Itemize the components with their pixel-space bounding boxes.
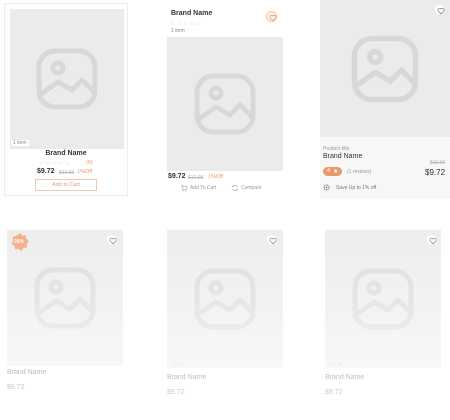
- price: $9.72: [167, 389, 185, 396]
- price: $9.72: [425, 168, 446, 177]
- wishlist-button[interactable]: [426, 234, 437, 245]
- image-placeholder-icon: [194, 73, 256, 135]
- discount: 1%Off: [77, 169, 93, 175]
- compare-icon: [231, 185, 239, 191]
- product-image[interactable]: [167, 37, 283, 171]
- compare-label: Compare: [241, 185, 262, 191]
- rating-badge-value: 4: [327, 168, 331, 174]
- cart-icon: [180, 184, 188, 192]
- price: $9.72: [168, 173, 186, 180]
- brand-name: Brand Name: [7, 369, 47, 376]
- brand-name: Brand Name: [171, 10, 213, 17]
- old-price: $10.00: [430, 160, 446, 166]
- product-card-4[interactable]: 25% Brand Name $9.72: [4, 226, 128, 420]
- old-price: $12.00: [59, 170, 75, 176]
- star-icon: ★: [333, 168, 339, 175]
- price: $9.72: [325, 389, 343, 396]
- wishlist-button[interactable]: [434, 4, 445, 15]
- items-label: 1 item: [11, 140, 29, 146]
- heart-icon: [268, 14, 277, 21]
- product-image[interactable]: [320, 0, 450, 137]
- brand-name: Brand Name: [323, 153, 363, 160]
- product-card-6[interactable]: ● ● Brand Name $9.72: [322, 226, 446, 420]
- add-to-cart-button[interactable]: Add to Cart: [35, 179, 97, 191]
- image-placeholder-icon: [194, 268, 256, 330]
- product-card-1[interactable]: 1 item Brand Name ☆☆☆☆☆ (0) $9.72 $12.00…: [4, 3, 128, 196]
- image-placeholder-icon: [351, 35, 419, 102]
- rating-badge: 4 ★: [323, 167, 342, 176]
- heart-icon: [268, 237, 277, 244]
- add-to-cart-label: Add To Cart: [190, 185, 217, 191]
- product-image[interactable]: [325, 230, 441, 368]
- items-label: 1 item: [171, 28, 185, 34]
- product-title: Product title: [323, 146, 350, 152]
- image-placeholder-icon: [352, 268, 414, 330]
- image-dots[interactable]: ● ●: [332, 361, 342, 367]
- heart-icon: [428, 237, 437, 244]
- reviews-count: (1 reviews): [347, 169, 372, 175]
- old-price: $12.00: [188, 175, 204, 181]
- wishlist-button[interactable]: [266, 11, 277, 22]
- price: $9.72: [37, 168, 55, 175]
- discount: 1%Off: [208, 174, 224, 180]
- price: $9.72: [7, 384, 25, 391]
- heart-icon: [108, 237, 117, 244]
- wishlist-button[interactable]: [106, 234, 117, 245]
- image-dots[interactable]: ● ●: [174, 361, 184, 367]
- heart-icon: [436, 7, 445, 14]
- image-placeholder-icon: [34, 267, 96, 329]
- product-image[interactable]: [10, 9, 124, 149]
- image-placeholder-icon: [36, 48, 98, 110]
- save-text: Save Up to 1% off: [336, 185, 377, 191]
- gear-icon: [323, 184, 330, 191]
- rating-count: (0): [86, 160, 93, 166]
- rating-stars: ☆☆☆☆☆: [170, 21, 202, 27]
- product-image[interactable]: [167, 230, 283, 368]
- rating-stars: ☆☆☆☆☆: [39, 161, 71, 167]
- product-card-5[interactable]: ● ● Brand Name $9.72: [164, 226, 288, 420]
- brand-name: Brand Name: [325, 374, 365, 381]
- product-card-2[interactable]: Brand Name ☆☆☆☆☆ 1 item $9.72 $12.00 1%O…: [164, 3, 284, 199]
- sale-badge: 25%: [14, 239, 25, 245]
- brand-name: Brand Name: [167, 374, 207, 381]
- product-card-3[interactable]: Product title Brand Name 4 ★ (1 reviews)…: [320, 0, 450, 199]
- wishlist-button[interactable]: [266, 234, 277, 245]
- brand-name: Brand Name: [45, 150, 87, 157]
